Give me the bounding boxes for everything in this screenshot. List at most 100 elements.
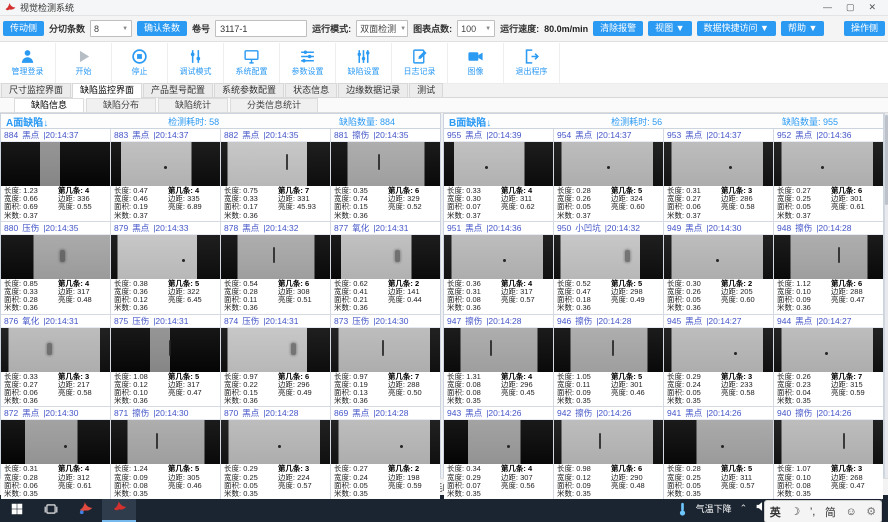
defect-image[interactable] [111,328,220,372]
defect-image[interactable] [111,235,220,279]
defect-image[interactable] [331,142,440,186]
defect-cell[interactable]: 950 小凹坑 |20:14:32 长度: 0.52 宽度: 0.47 面积: … [554,222,663,314]
tab-system-param-config[interactable]: 系统参数配置 [214,83,284,97]
help-menu-button[interactable]: 帮助 ▼ [781,21,824,36]
defect-image[interactable] [331,420,440,464]
exit-program-button[interactable]: 退出程序 [504,43,560,83]
ime-punct-icon[interactable]: ’, [810,506,816,518]
defect-image[interactable] [554,420,663,464]
defect-image[interactable] [444,142,553,186]
defect-image[interactable] [1,235,110,279]
defect-cell[interactable]: 941 黑点 |20:14:26 长度: 0.28 宽度: 0.25 面积: 0… [664,407,773,499]
defect-image[interactable] [664,328,773,372]
defect-cell[interactable]: 943 黑点 |20:14:26 长度: 0.34 宽度: 0.29 面积: 0… [444,407,553,499]
defect-cell[interactable]: 873 压伤 |20:14:30 长度: 0.97 宽度: 0.19 面积: 0… [331,315,440,407]
log-record-button[interactable]: 日志记录 [392,43,448,83]
ime-emoji-icon[interactable]: ☺ [845,506,856,518]
defect-image[interactable] [774,328,883,372]
vertical-scrollbar[interactable] [884,113,888,478]
tab-defect-monitor[interactable]: 缺陷监控界面 [72,83,142,98]
clear-alarm-button[interactable]: 清除报警 [593,21,643,36]
defect-cell[interactable]: 940 擦伤 |20:14:26 长度: 1.07 宽度: 0.10 面积: 0… [774,407,883,499]
defect-cell[interactable]: 884 黑点 |20:14:37 长度: 1.23 宽度: 0.66 面积: 0… [1,129,110,221]
subtab-defect-info[interactable]: 缺陷信息 [14,98,84,112]
defect-cell[interactable]: 880 压伤 |20:14:35 长度: 0.85 宽度: 0.33 面积: 0… [1,222,110,314]
tab-product-model-config[interactable]: 产品型号配置 [143,83,213,97]
confirm-count-button[interactable]: 确认条数 [137,21,187,36]
defect-cell[interactable]: 869 黑点 |20:14:28 长度: 0.27 宽度: 0.24 面积: 0… [331,407,440,499]
defect-cell[interactable]: 875 压伤 |20:14:31 长度: 1.08 宽度: 0.12 面积: 0… [111,315,220,407]
defect-cell[interactable]: 876 氧化 |20:14:31 长度: 0.33 宽度: 0.27 面积: 0… [1,315,110,407]
subtab-defect-distribution[interactable]: 缺陷分布 [86,98,156,112]
ime-moon-icon[interactable]: ☽ [790,505,800,518]
view-menu-button[interactable]: 视图 ▼ [648,21,691,36]
operator-side-button[interactable]: 操作侧 [844,21,885,36]
defect-cell[interactable]: 948 擦伤 |20:14:28 长度: 1.12 宽度: 0.10 面积: 0… [774,222,883,314]
defect-cell[interactable]: 877 氧化 |20:14:31 长度: 0.62 宽度: 0.41 面积: 0… [331,222,440,314]
tray-expand-icon[interactable]: ⌃ [740,503,748,514]
slit-count-select[interactable]: 8▼ [90,20,132,37]
defect-settings-button[interactable]: 缺陷设置 [336,43,392,83]
defect-image[interactable] [774,142,883,186]
stop-button[interactable]: 停止 [112,43,168,83]
defect-cell[interactable]: 951 黑点 |20:14:36 长度: 0.36 宽度: 0.31 面积: 0… [444,222,553,314]
drive-side-button[interactable]: 传动侧 [3,21,44,36]
defect-image[interactable] [444,235,553,279]
defect-cell[interactable]: 945 黑点 |20:14:27 长度: 0.29 宽度: 0.24 面积: 0… [664,315,773,407]
ime-toolbar[interactable]: 英 ☽ ’, 简 ☺ ⚙ [764,500,882,522]
defect-image[interactable] [1,328,110,372]
defect-image[interactable] [664,235,773,279]
tab-size-monitor[interactable]: 尺寸监控界面 [1,83,71,97]
tab-status-info[interactable]: 状态信息 [285,83,337,97]
defect-image[interactable] [1,420,110,464]
defect-cell[interactable]: 949 黑点 |20:14:30 长度: 0.30 宽度: 0.26 面积: 0… [664,222,773,314]
system-config-button[interactable]: 系统配置 [224,43,280,83]
defect-cell[interactable]: 883 黑点 |20:14:37 长度: 0.47 宽度: 0.46 面积: 0… [111,129,220,221]
defect-cell[interactable]: 944 黑点 |20:14:27 长度: 0.26 宽度: 0.23 面积: 0… [774,315,883,407]
thermometer-icon[interactable] [677,502,688,516]
defect-cell[interactable]: 954 黑点 |20:14:37 长度: 0.28 宽度: 0.26 面积: 0… [554,129,663,221]
defect-cell[interactable]: 952 黑点 |20:14:36 长度: 0.27 宽度: 0.25 面积: 0… [774,129,883,221]
defect-cell[interactable]: 879 黑点 |20:14:33 长度: 0.38 宽度: 0.36 面积: 0… [111,222,220,314]
ime-settings-icon[interactable]: ⚙ [866,505,876,518]
defect-image[interactable] [774,420,883,464]
admin-login-button[interactable]: 管理登录 [0,43,56,83]
defect-image[interactable] [111,142,220,186]
panel-b-title[interactable]: B面缺陷↓ [449,114,491,129]
defect-image[interactable] [221,420,330,464]
defect-cell[interactable]: 874 压伤 |20:14:31 长度: 0.97 宽度: 0.22 面积: 0… [221,315,330,407]
panel-a-title[interactable]: A面缺陷↓ [6,114,48,129]
defect-image[interactable] [554,235,663,279]
defect-cell[interactable]: 953 黑点 |20:14:37 长度: 0.31 宽度: 0.27 面积: 0… [664,129,773,221]
defect-image[interactable] [554,328,663,372]
defect-image[interactable] [221,328,330,372]
minimize-button[interactable]: — [823,2,832,13]
parameter-settings-button[interactable]: 参数设置 [280,43,336,83]
defect-cell[interactable]: 947 擦伤 |20:14:28 长度: 1.31 宽度: 0.08 面积: 0… [444,315,553,407]
defect-cell[interactable]: 946 擦伤 |20:14:28 长度: 1.05 宽度: 0.11 面积: 0… [554,315,663,407]
defect-image[interactable] [331,328,440,372]
debug-mode-button[interactable]: 调试模式 [168,43,224,83]
defect-image[interactable] [444,328,553,372]
defect-image[interactable] [774,235,883,279]
ime-simplified[interactable]: 简 [825,504,836,520]
defect-image[interactable] [1,142,110,186]
close-button[interactable]: ✕ [868,2,876,13]
defect-image[interactable] [554,142,663,186]
subtab-class-info-statistics[interactable]: 分类信息统计 [230,98,318,112]
defect-image[interactable] [221,142,330,186]
weather-text[interactable]: 气温下降 [696,502,732,515]
defect-cell[interactable]: 955 黑点 |20:14:39 长度: 0.33 宽度: 0.30 面积: 0… [444,129,553,221]
chart-points-select[interactable]: 100▼ [457,20,495,37]
defect-image[interactable] [221,235,330,279]
defect-image[interactable] [444,420,553,464]
defect-image[interactable] [664,142,773,186]
defect-image[interactable] [331,235,440,279]
start-button[interactable]: 开始 [56,43,112,83]
maximize-button[interactable]: ▢ [846,2,855,13]
quick-data-menu-button[interactable]: 数据快捷访问 ▼ [697,21,776,36]
defect-cell[interactable]: 872 黑点 |20:14:30 长度: 0.31 宽度: 0.28 面积: 0… [1,407,110,499]
defect-cell[interactable]: 882 黑点 |20:14:35 长度: 0.75 宽度: 0.33 面积: 0… [221,129,330,221]
defect-cell[interactable]: 870 黑点 |20:14:28 长度: 0.29 宽度: 0.25 面积: 0… [221,407,330,499]
roll-number-input[interactable] [215,20,307,37]
